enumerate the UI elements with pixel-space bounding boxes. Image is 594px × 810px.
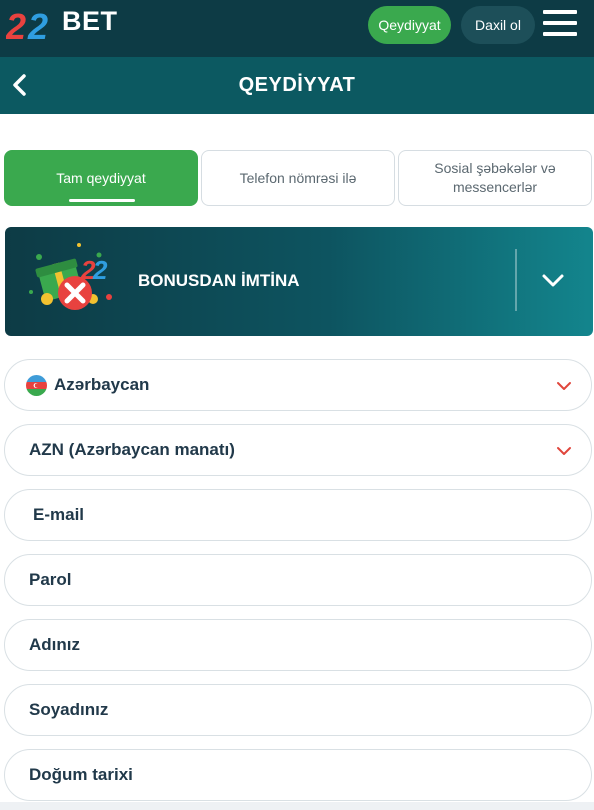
login-button[interactable]: Daxil ol [461,6,535,44]
first-name-field[interactable]: Adınız [4,619,592,671]
active-tab-indicator [69,199,135,202]
top-navbar: 2 2 BET Qeydiyyat Daxil ol [0,0,594,57]
password-field[interactable]: Parol [4,554,592,606]
last-name-placeholder: Soyadınız [29,700,109,719]
chevron-down-icon[interactable] [540,268,566,294]
svg-text:2: 2 [27,6,48,46]
email-field[interactable]: E-mail [4,489,592,541]
email-placeholder: E-mail [33,505,85,524]
first-name-placeholder: Adınız [29,635,80,654]
currency-select[interactable]: AZN (Azərbaycan manatı) [4,424,592,476]
page-title: QEYDİYYAT [238,74,356,96]
register-button[interactable]: Qeydiyyat [368,6,451,44]
bonus-label: BONUSDAN İMTİNA [138,271,300,290]
password-placeholder: Parol [29,570,72,589]
logo-text: BET [62,6,118,36]
country-value: Azərbaycan [54,375,150,394]
azerbaijan-flag-icon [26,375,47,396]
currency-value: AZN (Azərbaycan manatı) [29,440,235,459]
tab-social-registration[interactable]: Sosial şəbəkələr və messencerlər [398,150,592,206]
hamburger-icon[interactable] [543,10,577,40]
page-header: QEYDİYYAT [0,57,594,114]
logo-22-icon: 2 2 [5,6,48,47]
birth-date-placeholder: Doğum tarixi [29,765,133,784]
registration-content: Tam qeydiyyat Telefon nömrəsi ilə Sosial… [0,114,594,802]
svg-text:2: 2 [6,6,26,46]
birth-date-field[interactable]: Doğum tarixi [4,749,592,801]
last-name-field[interactable]: Soyadınız [4,684,592,736]
chevron-down-icon[interactable] [556,443,572,459]
bonus-selector[interactable]: 2 2 BONUSDAN İMTİNA [5,227,593,336]
registration-tabs: Tam qeydiyyat Telefon nömrəsi ilə Sosial… [4,150,592,206]
chevron-down-icon[interactable] [556,378,572,394]
bonus-divider [515,249,517,311]
tab-full-registration[interactable]: Tam qeydiyyat [4,150,198,206]
tab-label: Sosial şəbəkələr və messencerlər [434,160,556,195]
tab-label: Tam qeydiyyat [56,169,146,186]
page-bottom-edge [0,802,594,810]
svg-text:2: 2 [92,255,108,285]
tab-phone-registration[interactable]: Telefon nömrəsi ilə [201,150,395,206]
gift-decline-icon: 2 2 [19,237,119,327]
tab-label: Telefon nömrəsi ilə [239,169,357,186]
country-select[interactable]: Azərbaycan [4,359,592,411]
